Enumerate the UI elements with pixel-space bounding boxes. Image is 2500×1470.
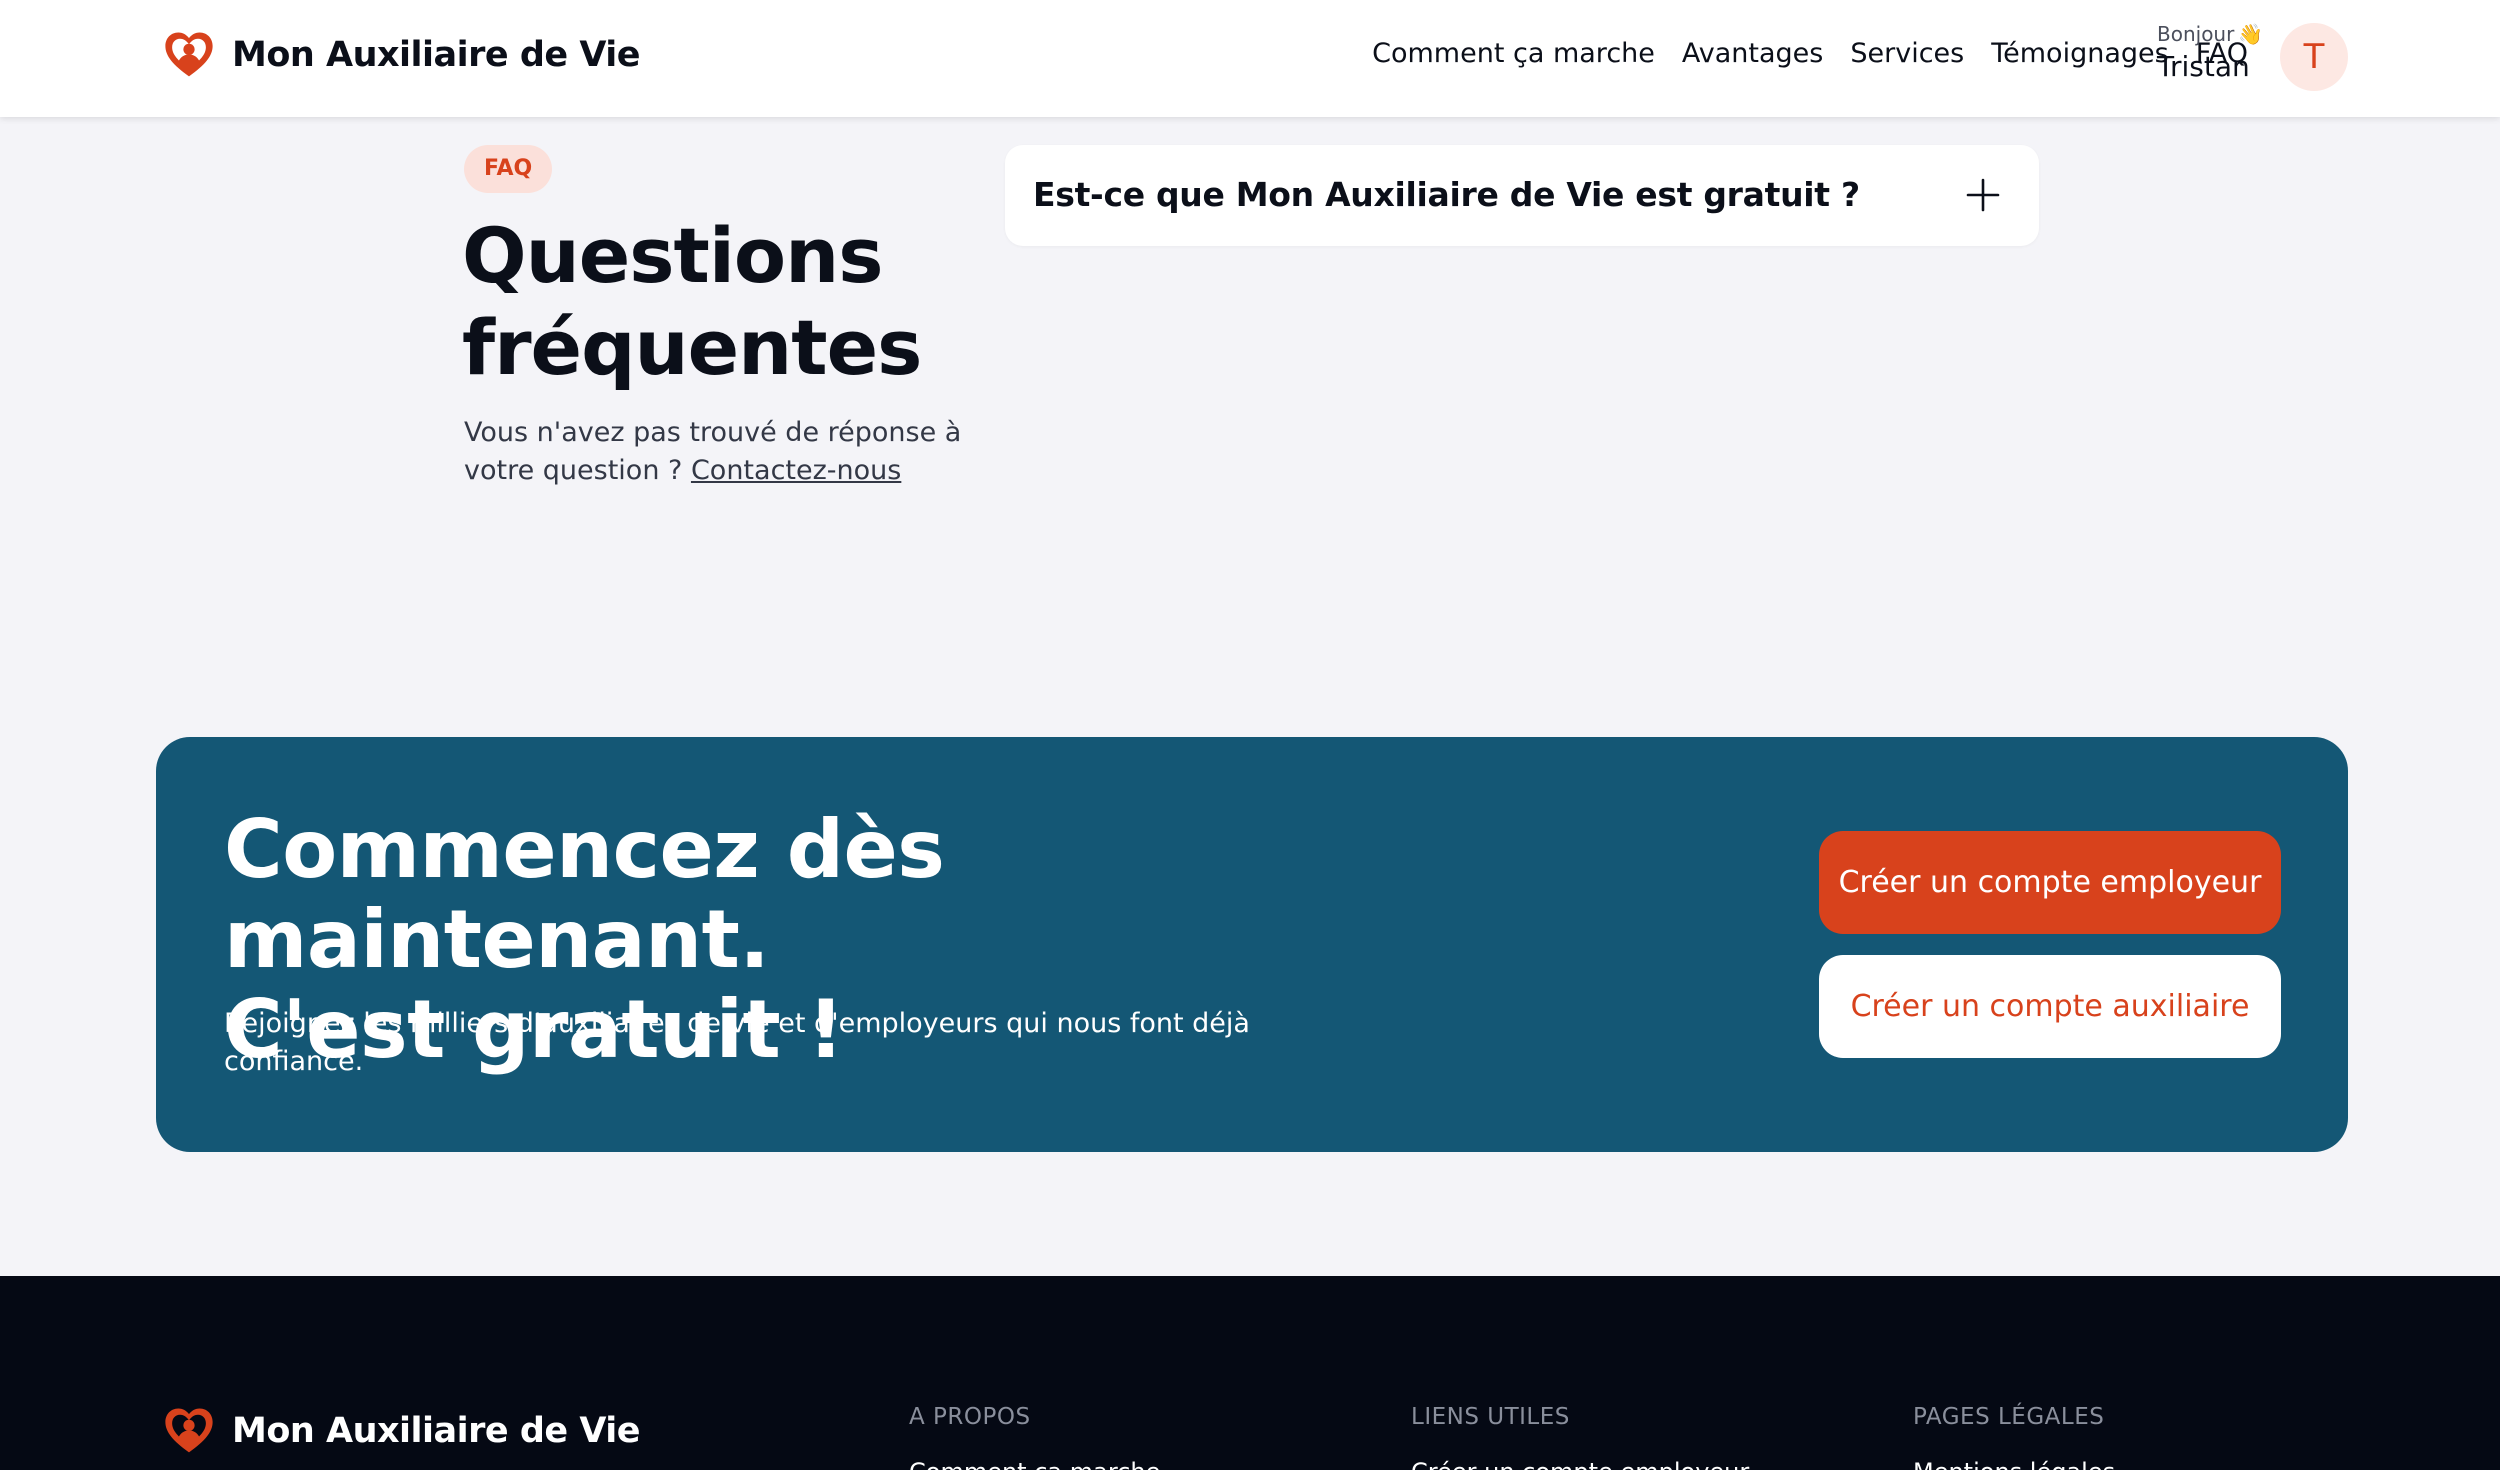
footer-link-mentions-legales[interactable]: Mentions légales (1913, 1458, 2115, 1470)
user-avatar[interactable]: T (2280, 23, 2348, 91)
brand-home-link[interactable]: Mon Auxiliaire de Vie (162, 28, 641, 82)
footer-brand[interactable]: Mon Auxiliaire de Vie (162, 1404, 641, 1458)
faq-badge: FAQ (464, 145, 553, 193)
cta-banner: Commencez dès maintenant. C'est gratuit … (156, 737, 2348, 1152)
faq-question: Est-ce que Mon Auxiliaire de Vie est gra… (1033, 175, 1860, 214)
nav-temoignages[interactable]: Témoignages (1991, 38, 2168, 69)
user-greeting: Bonjour 👋 Tristan (2157, 22, 2267, 83)
main-nav: Comment ça marche Avantages Services Tém… (1345, 38, 2248, 69)
footer-link-comment-ca-marche[interactable]: Comment ça marche (909, 1458, 1160, 1470)
cta-subtitle: Rejoignez les milliers d'auxiliaires de … (224, 1008, 1250, 1077)
top-navbar: Mon Auxiliaire de Vie Comment ça marche … (0, 0, 2500, 117)
faq-title: Questions fréquentes (462, 211, 922, 392)
footer-link-create-employer[interactable]: Créer un compte employeur (1411, 1458, 1749, 1470)
nav-services[interactable]: Services (1850, 38, 1964, 69)
page: Mon Auxiliaire de Vie Comment ça marche … (0, 0, 2500, 1470)
cta-title-line1: Commencez dès maintenant. (224, 803, 945, 986)
footer-heading-pages-legales: PAGES LÉGALES (1913, 1404, 2105, 1430)
heart-logo-icon (165, 1408, 213, 1453)
contact-link[interactable]: Contactez-nous (691, 455, 901, 486)
user-name: Tristan (2157, 50, 2250, 83)
heart-logo-icon (165, 32, 213, 77)
nav-avantages[interactable]: Avantages (1682, 38, 1823, 69)
faq-subtitle: Vous n'avez pas trouvé de réponse à votr… (464, 414, 994, 490)
plus-icon[interactable] (1965, 177, 2001, 213)
brand-name: Mon Auxiliaire de Vie (232, 35, 641, 75)
nav-comment-ca-marche[interactable]: Comment ça marche (1372, 38, 1655, 69)
create-employer-account-button[interactable]: Créer un compte employeur (1819, 831, 2281, 934)
greeting-label: Bonjour (2157, 22, 2235, 46)
footer: Mon Auxiliaire de Vie A PROPOS LIENS UTI… (0, 1276, 2500, 1470)
footer-heading-a-propos: A PROPOS (909, 1404, 1031, 1430)
create-auxiliary-account-button[interactable]: Créer un compte auxiliaire (1819, 955, 2281, 1058)
footer-heading-liens-utiles: LIENS UTILES (1411, 1404, 1570, 1430)
footer-brand-name: Mon Auxiliaire de Vie (232, 1411, 641, 1451)
waving-hand-icon: 👋 (2238, 22, 2264, 46)
faq-accordion-item[interactable]: Est-ce que Mon Auxiliaire de Vie est gra… (1005, 145, 2039, 246)
